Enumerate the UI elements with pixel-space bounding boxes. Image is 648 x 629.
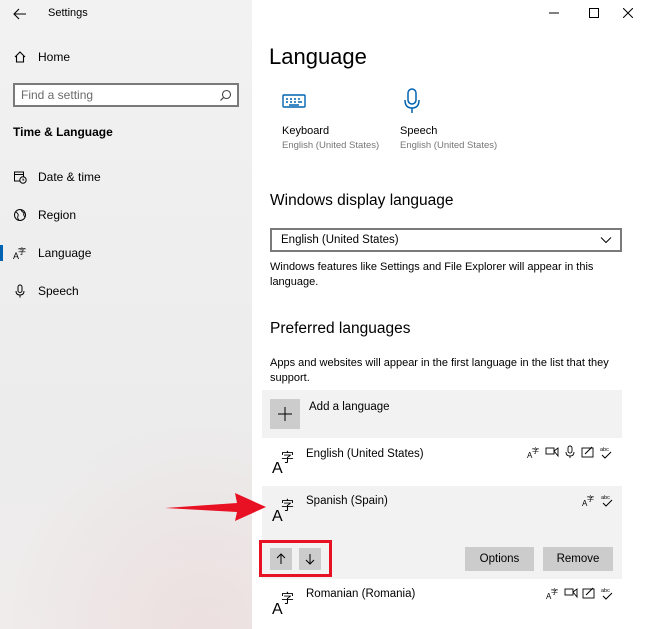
sidebar-item-home[interactable]: Home bbox=[0, 44, 252, 70]
tile-sublabel: English (United States) bbox=[400, 140, 498, 151]
arrow-up-icon bbox=[276, 553, 286, 564]
language-icon: A 字 bbox=[272, 451, 294, 474]
handwriting-icon bbox=[581, 445, 595, 459]
red-arrow-annotation bbox=[165, 493, 266, 521]
sidebar: Settings Home Time & Language Date & tim… bbox=[0, 0, 252, 629]
speech-tile[interactable]: Speech English (United States) bbox=[400, 88, 510, 151]
text-to-speech-icon bbox=[545, 445, 559, 459]
keyboard-icon bbox=[282, 94, 306, 108]
section-title: Time & Language bbox=[13, 125, 113, 139]
spellcheck-icon: abc bbox=[599, 445, 613, 459]
add-language-label: Add a language bbox=[309, 401, 390, 413]
preferred-languages-heading: Preferred languages bbox=[270, 320, 411, 337]
svg-text:字: 字 bbox=[18, 246, 26, 256]
svg-text:abc: abc bbox=[601, 495, 610, 501]
maximize-icon bbox=[589, 8, 599, 18]
language-name: English (United States) bbox=[306, 448, 424, 460]
display-language-icon: A字 bbox=[546, 586, 560, 600]
svg-text:abc: abc bbox=[600, 447, 609, 453]
language-icon: A 字 bbox=[13, 246, 27, 260]
text-to-speech-icon bbox=[564, 586, 578, 600]
language-icon: A 字 bbox=[272, 499, 294, 522]
back-button[interactable] bbox=[10, 5, 32, 23]
display-language-select[interactable]: English (United States) bbox=[270, 228, 622, 252]
svg-text:字: 字 bbox=[587, 494, 594, 503]
close-icon bbox=[623, 8, 633, 18]
display-language-icon: A字 bbox=[582, 493, 596, 507]
display-language-description: Windows features like Settings and File … bbox=[270, 261, 594, 288]
home-icon bbox=[13, 50, 27, 64]
sidebar-item-region[interactable]: Region bbox=[0, 202, 252, 228]
page-title: Language bbox=[269, 44, 367, 69]
calendar-clock-icon bbox=[13, 170, 27, 184]
display-language-value: English (United States) bbox=[281, 234, 399, 246]
svg-text:字: 字 bbox=[281, 499, 294, 514]
language-features: A字 abc bbox=[527, 445, 613, 459]
microphone-icon bbox=[13, 284, 27, 298]
language-name: Spanish (Spain) bbox=[306, 495, 388, 507]
back-arrow-icon bbox=[13, 8, 26, 20]
language-features: A字 abc bbox=[546, 586, 614, 600]
minimize-icon bbox=[549, 12, 559, 14]
sidebar-item-language[interactable]: A 字 Language bbox=[0, 240, 252, 266]
search-input[interactable] bbox=[21, 88, 211, 102]
language-icon: A 字 bbox=[272, 592, 294, 615]
sidebar-item-date-time[interactable]: Date & time bbox=[0, 164, 252, 190]
move-down-button[interactable] bbox=[299, 548, 321, 570]
speech-recognition-icon bbox=[563, 445, 577, 459]
close-button[interactable] bbox=[608, 0, 648, 26]
sidebar-item-label: Language bbox=[38, 246, 92, 260]
svg-text:abc: abc bbox=[601, 588, 610, 594]
globe-icon bbox=[13, 208, 27, 222]
sidebar-item-label: Date & time bbox=[38, 170, 101, 184]
move-up-button[interactable] bbox=[270, 548, 292, 570]
minimize-button[interactable] bbox=[534, 0, 574, 26]
spellcheck-icon: abc bbox=[600, 493, 614, 507]
svg-text:字: 字 bbox=[532, 446, 539, 455]
tile-sublabel: English (United States) bbox=[282, 140, 380, 151]
display-language-icon: A字 bbox=[527, 445, 541, 459]
display-language-heading: Windows display language bbox=[270, 192, 454, 209]
sidebar-item-label: Home bbox=[38, 50, 71, 64]
spellcheck-icon: abc bbox=[600, 586, 614, 600]
chevron-down-icon bbox=[600, 237, 612, 244]
remove-button[interactable]: Remove bbox=[543, 547, 613, 571]
keyboard-tile[interactable]: Keyboard English (United States) bbox=[282, 88, 392, 151]
search-icon[interactable] bbox=[219, 89, 232, 102]
sidebar-item-speech[interactable]: Speech bbox=[0, 278, 252, 304]
sidebar-item-label: Region bbox=[38, 208, 77, 222]
svg-text:字: 字 bbox=[281, 451, 294, 466]
arrow-down-icon bbox=[305, 554, 315, 565]
add-language-button[interactable]: Add a language bbox=[262, 390, 622, 438]
options-button[interactable]: Options bbox=[465, 547, 534, 571]
tile-label: Keyboard bbox=[282, 125, 330, 137]
language-item-english[interactable]: A 字 English (United States) A字 abc bbox=[262, 438, 622, 486]
language-name: Romanian (Romania) bbox=[306, 588, 416, 600]
tile-label: Speech bbox=[400, 125, 438, 137]
svg-text:字: 字 bbox=[551, 587, 558, 596]
app-title: Settings bbox=[48, 7, 88, 19]
language-item-romanian[interactable]: A 字 Romanian (Romania) A字 abc bbox=[262, 579, 622, 629]
sidebar-item-label: Speech bbox=[38, 284, 79, 298]
handwriting-icon bbox=[582, 586, 596, 600]
svg-text:字: 字 bbox=[281, 592, 294, 607]
preferred-languages-description: Apps and websites will appear in the fir… bbox=[270, 357, 609, 384]
microphone-icon bbox=[404, 88, 420, 113]
plus-icon bbox=[270, 399, 300, 429]
search-box bbox=[13, 83, 239, 107]
language-features: A字 abc bbox=[582, 493, 614, 507]
